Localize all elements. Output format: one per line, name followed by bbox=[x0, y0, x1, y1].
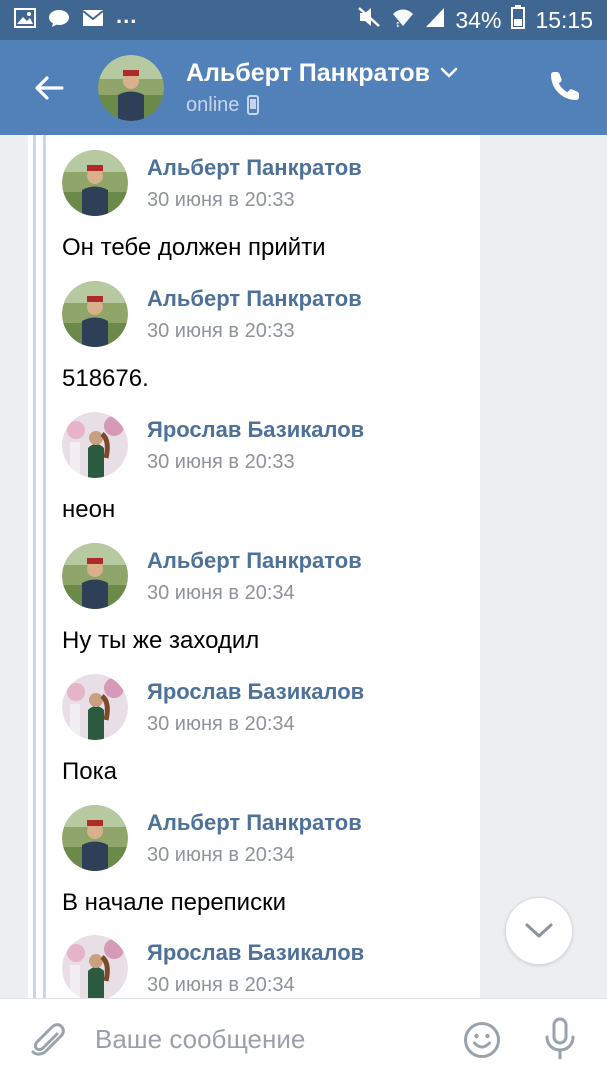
message-date: 30 июня в 20:34 bbox=[147, 843, 295, 866]
chat-header: Альберт Панкратов online bbox=[0, 40, 607, 135]
chat-title[interactable]: Альберт Панкратов bbox=[186, 59, 430, 88]
forwarded-message: Альберт Панкратов 30 июня в 20:34 В нача… bbox=[62, 805, 482, 918]
forward-indicator-line bbox=[33, 135, 36, 998]
forwarded-message: Альберт Панкратов 30 июня в 20:34 Ну ты … bbox=[62, 543, 482, 656]
message-text: неон bbox=[62, 496, 116, 523]
signal-icon bbox=[425, 6, 445, 34]
message-history[interactable]: Альберт Панкратов 30 июня в 20:33 Он теб… bbox=[0, 135, 607, 998]
message-date: 30 июня в 20:33 bbox=[147, 450, 295, 473]
message-date: 30 июня в 20:34 bbox=[147, 581, 295, 604]
mute-icon bbox=[357, 6, 381, 34]
chevron-down-icon bbox=[525, 923, 553, 938]
message-author[interactable]: Ярослав Базикалов bbox=[147, 679, 364, 705]
mobile-device-icon bbox=[247, 95, 260, 115]
image-icon bbox=[14, 7, 36, 33]
message-text: Ну ты же заходил bbox=[62, 627, 260, 654]
chat-bubble-icon bbox=[48, 8, 70, 33]
message-author[interactable]: Ярослав Базикалов bbox=[147, 417, 364, 443]
forwarded-message: Ярослав Базикалов 30 июня в 20:33 неон bbox=[62, 412, 482, 525]
composer bbox=[0, 998, 607, 1080]
forwarded-message: Альберт Панкратов 30 июня в 20:33 518676… bbox=[62, 281, 482, 394]
message-author[interactable]: Альберт Панкратов bbox=[147, 810, 362, 836]
svg-text:↕: ↕ bbox=[395, 21, 401, 28]
message-author[interactable]: Альберт Панкратов bbox=[147, 548, 362, 574]
back-arrow-icon bbox=[35, 75, 64, 100]
message-author[interactable]: Альберт Панкратов bbox=[147, 155, 362, 181]
emoji-button[interactable] bbox=[463, 1021, 501, 1059]
attach-button[interactable] bbox=[0, 999, 95, 1080]
avatar[interactable] bbox=[62, 935, 128, 998]
message-date: 30 июня в 20:33 bbox=[147, 319, 295, 342]
microphone-icon bbox=[545, 1017, 575, 1059]
message-text: Пока bbox=[62, 758, 117, 785]
clock: 15:15 bbox=[535, 6, 593, 33]
forward-indicator-line bbox=[43, 135, 46, 998]
notification-overflow: ... bbox=[116, 3, 138, 28]
forwarded-message: Альберт Панкратов 30 июня в 20:33 Он теб… bbox=[62, 150, 482, 263]
call-button[interactable] bbox=[549, 70, 585, 106]
status-bar: ... ↕ 34% 15:15 bbox=[0, 0, 607, 40]
voice-message-button[interactable] bbox=[543, 1017, 577, 1063]
avatar[interactable] bbox=[62, 281, 128, 347]
message-date: 30 июня в 20:33 bbox=[147, 188, 295, 211]
message-text: 518676. bbox=[62, 365, 149, 392]
smiley-icon bbox=[464, 1022, 500, 1058]
forwarded-message: Ярослав Базикалов 30 июня в 20:34 bbox=[62, 935, 482, 998]
message-text: Он тебе должен прийти bbox=[62, 234, 326, 261]
avatar[interactable] bbox=[98, 54, 164, 121]
forwarded-message: Ярослав Базикалов 30 июня в 20:34 Пока bbox=[62, 674, 482, 787]
avatar[interactable] bbox=[62, 150, 128, 216]
message-date: 30 июня в 20:34 bbox=[147, 712, 295, 735]
phone-icon bbox=[551, 72, 579, 100]
avatar[interactable] bbox=[62, 543, 128, 609]
back-button[interactable] bbox=[0, 40, 98, 135]
scroll-to-bottom-button[interactable] bbox=[505, 897, 573, 965]
message-author[interactable]: Ярослав Базикалов bbox=[147, 940, 364, 966]
paperclip-icon bbox=[31, 1022, 65, 1056]
avatar[interactable] bbox=[62, 412, 128, 478]
wifi-icon: ↕ bbox=[391, 6, 415, 34]
battery-icon bbox=[511, 5, 526, 35]
mail-icon bbox=[82, 9, 104, 32]
avatar[interactable] bbox=[62, 674, 128, 740]
message-date: 30 июня в 20:34 bbox=[147, 973, 295, 996]
chevron-down-icon[interactable] bbox=[440, 67, 458, 79]
message-text: В начале переписки bbox=[62, 889, 286, 916]
online-status: online bbox=[186, 93, 240, 116]
message-author[interactable]: Альберт Панкратов bbox=[147, 286, 362, 312]
message-input[interactable] bbox=[95, 1014, 445, 1065]
avatar[interactable] bbox=[62, 805, 128, 871]
battery-percent: 34% bbox=[455, 6, 502, 33]
